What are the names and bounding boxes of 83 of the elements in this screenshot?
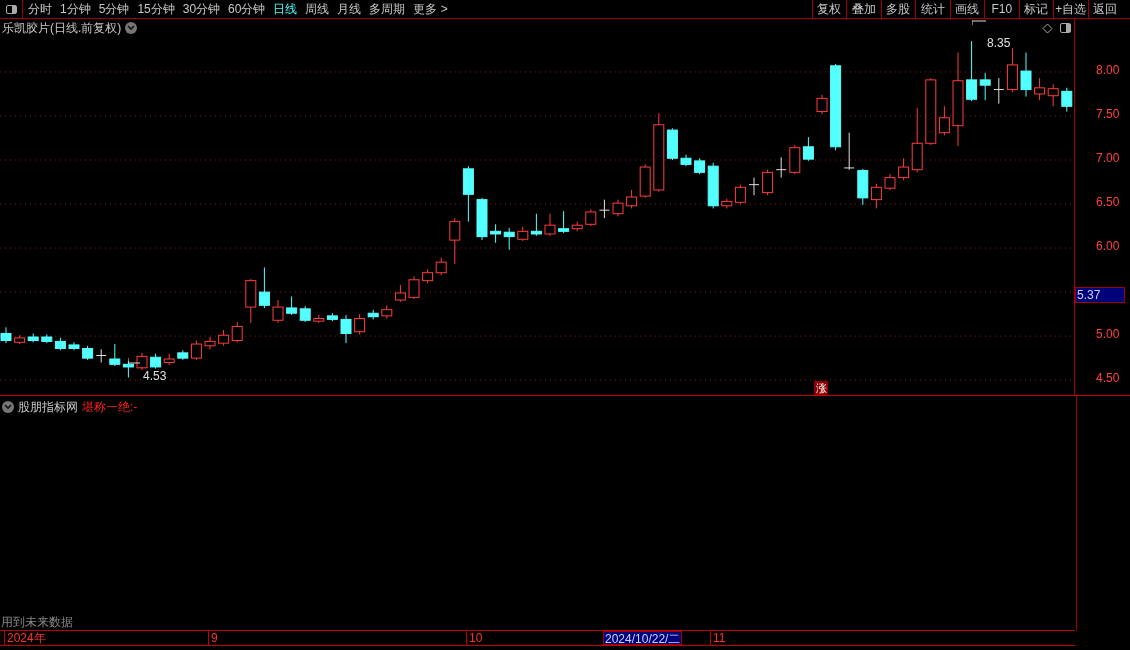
leader-line — [128, 358, 140, 364]
candlestick — [544, 213, 556, 237]
period-tab[interactable]: 日线 — [273, 0, 298, 18]
candlestick — [286, 296, 298, 316]
candlestick — [503, 227, 515, 251]
toolbar-button[interactable]: 统计 — [915, 0, 950, 18]
dropdown-icon[interactable] — [2, 401, 14, 413]
indicator-formula: 堪称一绝:- — [82, 399, 138, 416]
toolbar-button[interactable]: 叠加 — [846, 0, 881, 18]
date-axis-label: 11 — [710, 631, 726, 645]
cursor-date-label: 2024/10/22/二 — [603, 631, 683, 645]
candlestick — [938, 105, 950, 136]
toolbar-button[interactable]: 复权 — [811, 0, 846, 18]
period-tab[interactable]: 60分钟 — [228, 0, 266, 18]
candlestick — [258, 266, 270, 309]
candlestick — [190, 340, 202, 361]
candlestick — [0, 326, 12, 344]
date-axis-label: 9 — [208, 631, 218, 645]
toolbar-button[interactable]: 返回 — [1087, 0, 1122, 18]
high-price-label: 8.35 — [987, 37, 1011, 49]
toolbar-button[interactable]: +自选 — [1053, 0, 1088, 18]
candlestick — [272, 299, 284, 324]
period-tab[interactable]: 30分钟 — [182, 0, 221, 18]
candlestick — [95, 348, 107, 364]
date-axis-label: 10 — [466, 631, 483, 645]
candlestick — [1047, 83, 1059, 107]
toolbar-button[interactable]: 画线 — [949, 0, 984, 18]
candlestick — [204, 336, 216, 350]
period-tab[interactable]: 5分钟 — [98, 0, 130, 18]
period-tab[interactable]: 1分钟 — [60, 0, 91, 18]
candlestick — [340, 314, 352, 344]
low-price-label: 4.53 — [142, 370, 168, 382]
candlestick — [408, 275, 420, 300]
candlestick — [802, 136, 814, 162]
candlestick — [449, 217, 461, 265]
period-tab[interactable]: 周线 — [305, 0, 330, 18]
period-tab[interactable]: 更多 > — [413, 0, 448, 18]
date-axis-label: 2024年 — [4, 631, 46, 645]
candlestick — [1020, 52, 1032, 98]
period-tab[interactable]: 15分钟 — [137, 0, 175, 18]
price-axis-label: 5.00 — [1096, 328, 1120, 341]
signal-marker: 涨 — [814, 381, 828, 395]
candlestick — [775, 156, 787, 179]
toolbar-button[interactable]: 多股 — [880, 0, 915, 18]
candlestick — [870, 183, 882, 209]
candlestick — [626, 189, 638, 209]
indicator-name: 股朋指标网 — [18, 399, 78, 416]
candlestick — [843, 132, 855, 171]
candlestick — [1034, 77, 1046, 101]
period-tab[interactable]: 多周期 — [369, 0, 406, 18]
candlestick — [1061, 87, 1073, 113]
candlestick — [898, 157, 910, 181]
candlestick — [993, 77, 1005, 105]
candlestick — [762, 169, 774, 196]
price-axis-label: 6.50 — [1096, 196, 1120, 209]
candlestick — [734, 184, 746, 205]
candlestick — [966, 40, 978, 102]
price-axis-label: 4.50 — [1096, 372, 1120, 385]
candlestick — [490, 223, 502, 244]
candlestick — [816, 94, 828, 115]
candlestick — [530, 213, 542, 237]
candlestick — [354, 313, 366, 335]
candlestick — [109, 343, 121, 367]
price-axis-label: 8.00 — [1096, 63, 1120, 76]
period-tab[interactable]: 分时 — [28, 0, 52, 18]
dropdown-icon[interactable] — [125, 22, 138, 34]
leader-line — [972, 20, 986, 26]
candlestick — [558, 210, 570, 234]
price-axis-label: 7.50 — [1096, 107, 1120, 120]
toolbar-button[interactable]: F10 — [984, 0, 1019, 18]
toolbar-button[interactable]: 标记 — [1018, 0, 1053, 18]
current-price-tag: 5.37 — [1075, 286, 1125, 303]
warning-note: 用到未来数据 — [1, 614, 73, 631]
candlestick — [748, 177, 760, 196]
panel-toggle-icon[interactable] — [1060, 23, 1071, 33]
chart-title: 乐凯胶片(日线.前复权) — [2, 20, 122, 37]
price-axis-label: 6.00 — [1096, 240, 1120, 253]
candlestick — [979, 72, 991, 101]
diamond-icon[interactable] — [1042, 23, 1053, 34]
period-tab[interactable]: 月线 — [337, 0, 362, 18]
candlestick — [231, 321, 243, 343]
candlestick — [598, 199, 610, 219]
price-axis-label: 7.00 — [1096, 152, 1120, 164]
